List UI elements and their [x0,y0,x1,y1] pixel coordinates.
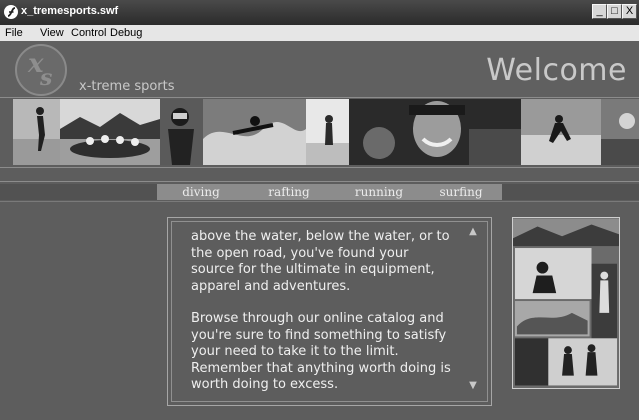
menu-control[interactable]: Control [71,27,106,39]
photo-smiling-diver [349,99,521,165]
main-nav: diving rafting running surfing [157,184,502,200]
scroll-up-arrow-icon[interactable]: ▲ [467,226,479,238]
logo[interactable]: x s [15,44,67,96]
header-band: x s x-treme sports Welcome [0,41,639,97]
photo-collage [512,217,620,389]
nav-tab-running[interactable]: running [341,184,417,200]
menu-file[interactable]: File [5,27,23,39]
logo-letter-s: s [40,65,53,91]
menu-debug[interactable]: Debug [110,27,142,39]
nav-bottom-line [0,201,639,202]
nav-tab-diving[interactable]: diving [169,184,233,200]
nav-tab-surfing[interactable]: surfing [429,184,493,200]
scroll-down-arrow-icon[interactable]: ▼ [467,380,479,392]
close-button[interactable]: X [622,4,637,19]
photo-rafting [60,99,160,165]
strip-divider [0,167,639,168]
photo-diver [160,99,203,165]
brand-name: x-treme sports [79,79,175,94]
maximize-button[interactable]: □ [607,4,622,19]
menu-bar: File View Control Debug [0,25,639,41]
header-divider [0,97,639,98]
window-titlebar: x_tremesports.swf _ □ X [0,0,639,25]
photo-surfer-woman [306,99,349,165]
photo-kayak-splash [203,99,306,165]
photo-runner-track [521,99,601,165]
flash-player-icon [4,5,18,19]
nav-top-line [0,181,639,182]
nav-tab-rafting[interactable]: rafting [257,184,321,200]
content-panel: above the water, below the water, or to … [167,217,492,406]
window-title: x_tremesports.swf [21,5,119,17]
photo-sunset [601,99,639,165]
photo-hiker [13,99,60,165]
page-heading: Welcome [486,53,627,88]
minimize-button[interactable]: _ [592,4,607,19]
content-text: above the water, below the water, or to … [191,229,453,410]
menu-view[interactable]: View [40,27,64,39]
photo-strip [13,99,639,165]
content-paragraph: Browse through our online catalog and yo… [191,311,451,392]
content-paragraph: above the water, below the water, or to … [191,229,450,294]
flash-stage: x s x-treme sports Welcome diving raftin… [0,41,639,420]
